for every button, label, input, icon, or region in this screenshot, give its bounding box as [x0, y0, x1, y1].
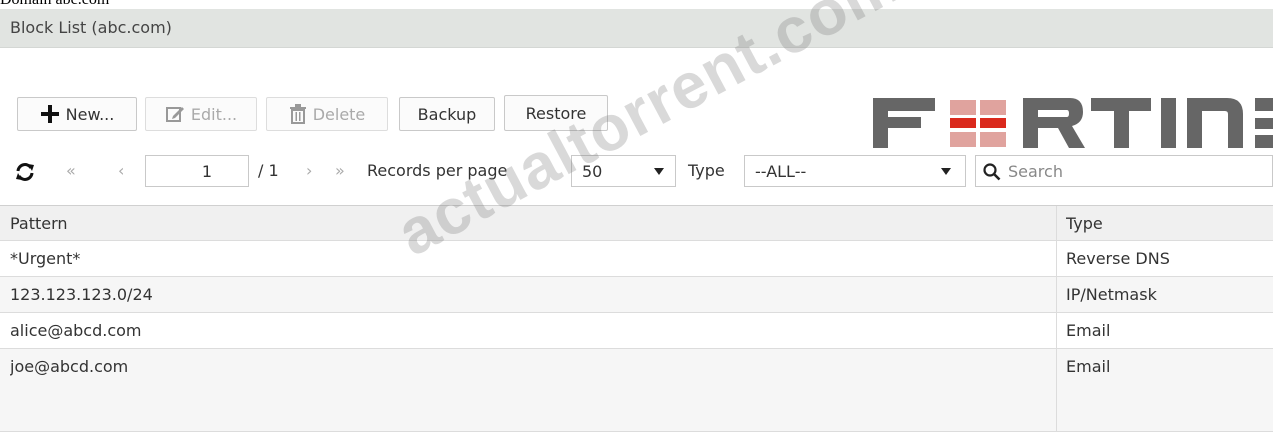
new-button-label: New... [65, 104, 115, 124]
delete-button-label: Delete [312, 104, 366, 124]
column-divider [1056, 277, 1057, 312]
pattern-cell: alice@abcd.com [10, 321, 142, 340]
records-per-page-select[interactable]: 50 [571, 155, 676, 187]
pattern-cell: joe@abcd.com [10, 357, 129, 376]
trash-icon [289, 104, 306, 124]
backup-button-label: Backup [417, 104, 477, 124]
type-filter-label: Type [688, 161, 725, 180]
type-cell: Email [1066, 357, 1111, 376]
edit-icon [165, 107, 184, 122]
delete-button[interactable]: Delete [266, 97, 388, 131]
records-per-page-label: Records per page [367, 161, 508, 180]
chevron-down-icon [941, 168, 951, 175]
table-row[interactable]: 123.123.123.0/24 IP/Netmask [0, 277, 1273, 313]
column-divider [1056, 349, 1057, 431]
page-title: Block List (abc.com) [10, 18, 172, 37]
table-header: Pattern Type [0, 205, 1273, 241]
search-placeholder: Search [1008, 161, 1063, 181]
column-divider [1056, 206, 1057, 240]
edit-button[interactable]: Edit... [145, 97, 257, 131]
search-input[interactable]: Search [975, 155, 1273, 187]
backup-button[interactable]: Backup [399, 97, 495, 131]
prev-page-button[interactable]: ‹ [118, 161, 124, 180]
edit-button-label: Edit... [190, 104, 238, 124]
column-header-pattern[interactable]: Pattern [10, 206, 1050, 242]
new-button[interactable]: New... [17, 97, 137, 131]
column-header-type[interactable]: Type [1066, 206, 1266, 242]
restore-button-label: Restore [525, 103, 587, 123]
page-number-input[interactable]: 1 [145, 155, 249, 187]
first-page-button[interactable]: « [66, 161, 76, 180]
table-row[interactable]: *Urgent* Reverse DNS [0, 241, 1273, 277]
type-cell: Reverse DNS [1066, 249, 1170, 268]
fortinet-logo [865, 90, 1273, 150]
type-cell: Email [1066, 321, 1111, 340]
next-page-button[interactable]: › [306, 161, 312, 180]
table-row[interactable]: joe@abcd.com Email [0, 349, 1273, 432]
title-bar: Block List (abc.com) [0, 9, 1273, 48]
page-total: / 1 [258, 161, 279, 180]
plus-icon [40, 105, 59, 123]
chevron-down-icon [654, 168, 664, 175]
column-divider [1056, 241, 1057, 276]
column-divider [1056, 313, 1057, 348]
top-strip: Domain abc.com [0, 0, 1273, 9]
records-per-page-value: 50 [582, 161, 603, 181]
top-strip-text: Domain abc.com [0, 0, 109, 9]
type-filter-value: --ALL-- [755, 161, 807, 181]
page-number-value: 1 [201, 161, 213, 181]
restore-button[interactable]: Restore [504, 95, 608, 131]
pattern-cell: 123.123.123.0/24 [10, 285, 153, 304]
search-icon [983, 163, 1001, 181]
type-cell: IP/Netmask [1066, 285, 1157, 304]
refresh-icon[interactable] [14, 162, 36, 182]
table-row[interactable]: alice@abcd.com Email [0, 313, 1273, 349]
pattern-cell: *Urgent* [10, 249, 81, 268]
last-page-button[interactable]: » [335, 161, 345, 180]
type-filter-select[interactable]: --ALL-- [744, 155, 966, 187]
